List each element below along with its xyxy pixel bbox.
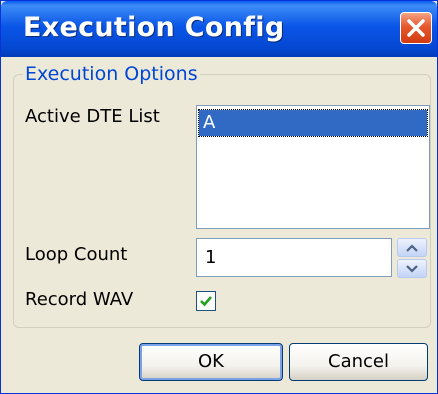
title-bar[interactable]: Execution Config: [1, 1, 437, 57]
execution-config-dialog: Execution Config Execution Options Activ…: [0, 0, 438, 394]
loop-count-label: Loop Count: [25, 244, 128, 265]
window-title: Execution Config: [23, 12, 285, 43]
close-icon: [407, 19, 425, 37]
record-wav-label: Record WAV: [25, 289, 134, 310]
active-dte-listbox[interactable]: A: [196, 105, 430, 229]
spin-up-button[interactable]: [397, 238, 427, 257]
chevron-up-icon: [406, 244, 418, 252]
group-legend: Execution Options: [23, 63, 200, 85]
spin-down-button[interactable]: [397, 259, 427, 278]
close-button[interactable]: [400, 12, 432, 44]
record-wav-checkbox[interactable]: [196, 291, 216, 311]
list-item[interactable]: A: [198, 109, 428, 137]
cancel-button[interactable]: Cancel: [289, 343, 428, 381]
ok-button[interactable]: OK: [139, 343, 283, 381]
loop-count-input[interactable]: 1: [196, 238, 392, 277]
active-dte-label: Active DTE List: [25, 106, 160, 127]
checkmark-icon: [200, 296, 212, 307]
chevron-down-icon: [406, 265, 418, 273]
loop-count-spinner: [397, 238, 427, 278]
